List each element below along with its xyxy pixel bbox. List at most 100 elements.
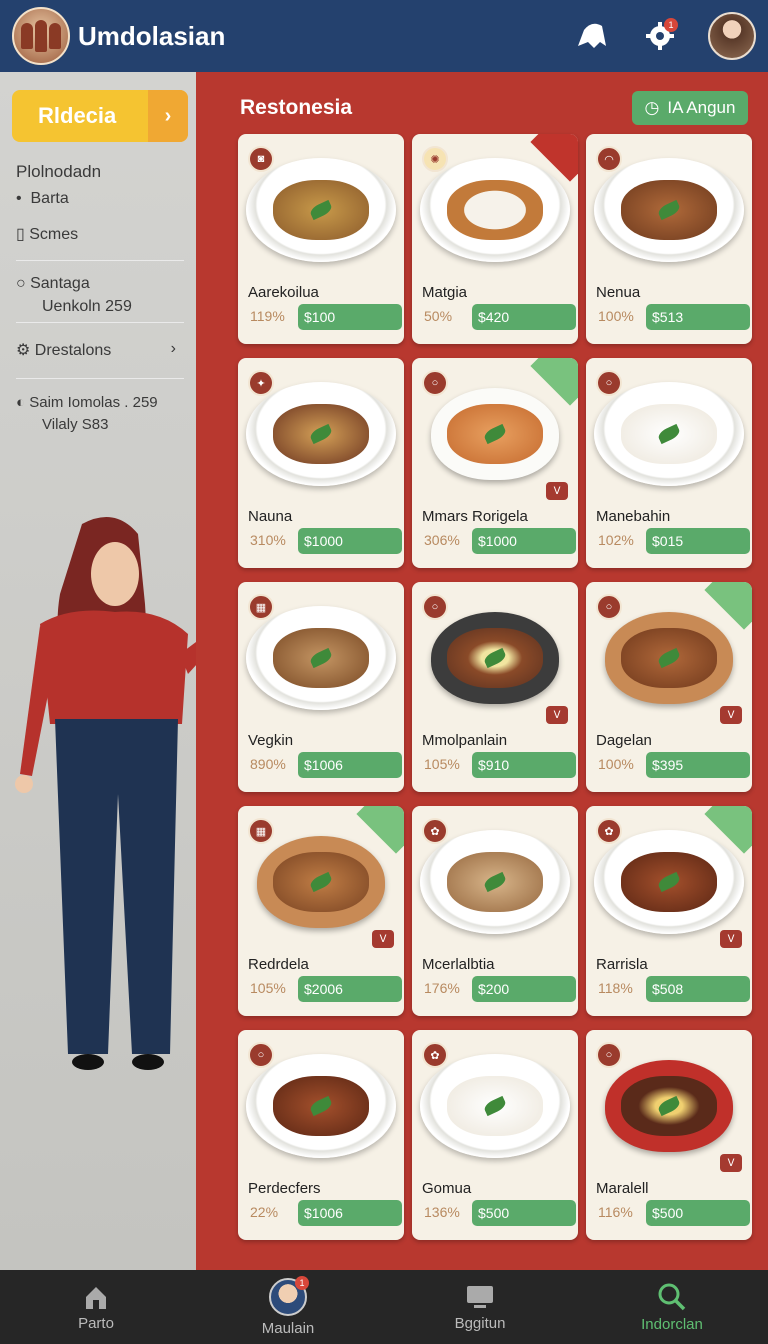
- price-button[interactable]: $1006: [298, 752, 402, 778]
- food-card[interactable]: ✺ Matgia 50% $420: [412, 134, 578, 344]
- chicken-bowl-image: [605, 612, 733, 704]
- price-button[interactable]: $500: [472, 1200, 576, 1226]
- app-logo[interactable]: [12, 7, 70, 65]
- grilled-sausage-image: [594, 830, 744, 934]
- food-card[interactable]: ○ ᐯ Dagelan 100% $395: [586, 582, 752, 792]
- soup-bowl-image: [431, 388, 559, 480]
- food-card[interactable]: ▦ Vegkin 890% $1006: [238, 582, 404, 792]
- nav-label: Parto: [78, 1314, 114, 1332]
- ghost-icon[interactable]: [572, 16, 612, 56]
- seal-icon: ✺: [422, 146, 448, 172]
- nav-item-parto[interactable]: Parto: [0, 1270, 192, 1344]
- sidebar-item-subtext: Uenkoln 259: [42, 298, 132, 315]
- price-button[interactable]: $1006: [298, 1200, 402, 1226]
- bird-icon: ✦: [248, 370, 274, 396]
- chevron-right-icon: ›: [148, 90, 188, 142]
- sidebar-item-scmes[interactable]: ▯ Scmes: [16, 224, 78, 244]
- price-button[interactable]: $1000: [298, 528, 402, 554]
- dome-icon: ◠: [596, 146, 622, 172]
- sausage-noodle-image: [246, 382, 396, 486]
- sidebar-item-subtext: Vilaly S83: [42, 416, 109, 433]
- camera-icon: ◙: [248, 146, 274, 172]
- food-card[interactable]: ◠ Nenua 100% $513: [586, 134, 752, 344]
- nav-badge: 1: [295, 1275, 309, 1290]
- card-name: Matgia: [422, 284, 468, 301]
- app-title: Umdolasian: [78, 20, 226, 51]
- food-card[interactable]: ○ ᐯ Maralell 116% $500: [586, 1030, 752, 1240]
- food-card[interactable]: ✿ ᐯ Rarrisla 118% $508: [586, 806, 752, 1016]
- grid-icon: ▦: [248, 594, 274, 620]
- settings-button[interactable]: 1: [640, 16, 680, 56]
- circle-badge-icon: ○: [596, 1042, 622, 1068]
- divider: [16, 378, 184, 379]
- price-button[interactable]: $910: [472, 752, 576, 778]
- card-name: Vegkin: [248, 732, 294, 749]
- price-button[interactable]: $508: [646, 976, 750, 1002]
- price-button[interactable]: $200: [472, 976, 576, 1002]
- card-percent: 100%: [598, 756, 634, 772]
- card-percent: 890%: [250, 756, 286, 772]
- nav-label: Indorclan: [641, 1315, 703, 1333]
- price-button[interactable]: $100: [298, 304, 402, 330]
- search-icon: [658, 1283, 686, 1310]
- price-button[interactable]: $015: [646, 528, 750, 554]
- food-card[interactable]: ✦ Nauna 310% $1000: [238, 358, 404, 568]
- nav-item-bggitun[interactable]: Bggitun: [384, 1270, 576, 1344]
- price-button[interactable]: $2006: [298, 976, 402, 1002]
- check-circle-icon: ◐: [16, 394, 30, 411]
- food-card[interactable]: ○ Perdecfers 22% $1006: [238, 1030, 404, 1240]
- main-content: Restonesia ◷ IA Angun ◙ Aarekoilua 119% …: [196, 72, 768, 1270]
- sidebar-item-barta[interactable]: • Barta: [16, 190, 69, 208]
- sidebar-heading: Plolnodadn: [16, 162, 102, 181]
- circle-icon: ○: [16, 275, 31, 292]
- food-card[interactable]: ○ Manebahin 102% $015: [586, 358, 752, 568]
- document-icon: ▯: [16, 226, 30, 243]
- food-card[interactable]: ◙ Aarekoilua 119% $100: [238, 134, 404, 344]
- sidebar-item-santaga[interactable]: ○ Santaga: [16, 275, 90, 293]
- nav-item-indorclan[interactable]: Indorclan: [576, 1270, 768, 1344]
- circle-badge-icon: ○: [596, 370, 622, 396]
- white-rice-image: [594, 382, 744, 486]
- card-name: Rarrisla: [596, 956, 648, 973]
- card-name: Perdecfers: [248, 1180, 321, 1197]
- tag-icon: ᐯ: [720, 930, 742, 948]
- bottom-nav: Parto 1 Maulain Bggitun Indorclan: [0, 1270, 768, 1344]
- card-percent: 22%: [250, 1204, 279, 1220]
- price-button[interactable]: $513: [646, 304, 750, 330]
- food-card[interactable]: ✿ Gomua 136% $500: [412, 1030, 578, 1240]
- fried-chicken-image: [257, 836, 385, 928]
- sidebar-item-drestalons[interactable]: ⚙ Drestalons ›: [16, 340, 184, 360]
- sidebar-item-saim[interactable]: ◐ Saim Iomolas . 259: [16, 394, 158, 411]
- sidebar-item-label: Santaga: [30, 275, 90, 292]
- tag-icon: ᐯ: [720, 706, 742, 724]
- home-icon: [86, 1286, 106, 1309]
- card-name: Dagelan: [596, 732, 652, 749]
- user-avatar[interactable]: [708, 12, 756, 60]
- stuffed-dish-image: [246, 606, 396, 710]
- price-button[interactable]: $1000: [472, 528, 576, 554]
- rice-set-image: [420, 158, 570, 262]
- action-button-label: IA Angun: [667, 98, 736, 117]
- sidebar-primary-button[interactable]: Rldecia ›: [12, 90, 188, 142]
- action-button[interactable]: ◷ IA Angun: [632, 91, 748, 125]
- price-button[interactable]: $420: [472, 304, 576, 330]
- card-name: Aarekoilua: [248, 284, 319, 301]
- food-card[interactable]: ✿ Mcerlalbtia 176% $200: [412, 806, 578, 1016]
- price-button[interactable]: $500: [646, 1200, 750, 1226]
- food-card[interactable]: ○ ᐯ Mmolpanlain 105% $910: [412, 582, 578, 792]
- food-card[interactable]: ▦ ᐯ Redrdela 105% $2006: [238, 806, 404, 1016]
- dumpling-image: [420, 830, 570, 934]
- mixed-bowl-image: [431, 612, 559, 704]
- sidebar: Rldecia › Plolnodadn • Barta ▯ Scmes ○ S…: [0, 72, 230, 1270]
- sidebar-primary-button-label: Rldecia: [38, 103, 117, 128]
- price-button[interactable]: $395: [646, 752, 750, 778]
- card-percent: 119%: [250, 308, 285, 324]
- card-percent: 105%: [250, 980, 286, 996]
- food-card[interactable]: ○ ᐯ Mmars Rorigela 306% $1000: [412, 358, 578, 568]
- card-percent: 136%: [424, 1204, 460, 1220]
- noodle-dish-image: [246, 158, 396, 262]
- card-name: Gomua: [422, 1180, 472, 1197]
- grid-icon: ▦: [248, 818, 274, 844]
- nav-item-maulain[interactable]: 1 Maulain: [192, 1270, 384, 1344]
- notification-badge: 1: [664, 18, 678, 32]
